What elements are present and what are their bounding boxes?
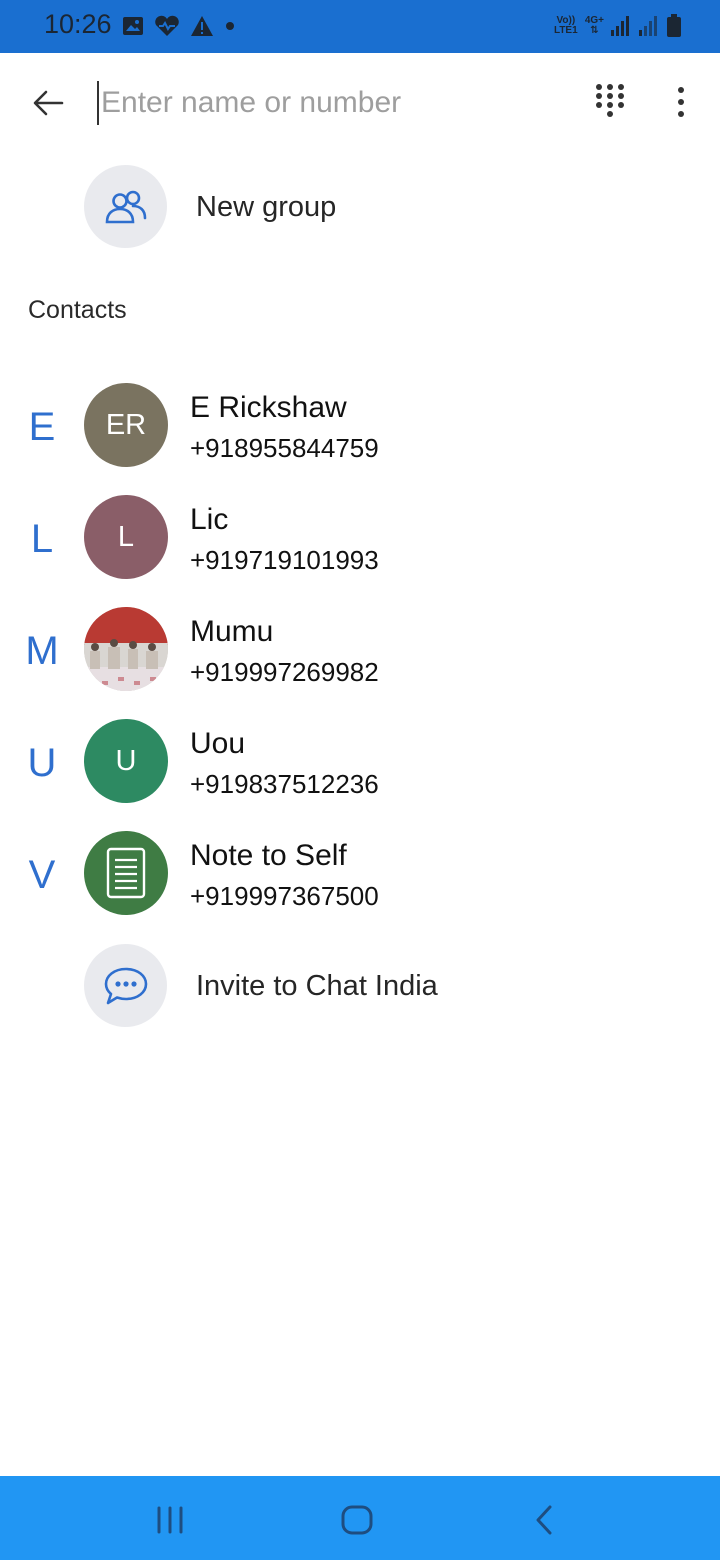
navigation-bar (0, 1476, 720, 1560)
contact-number: +919997269982 (190, 657, 379, 687)
image-icon (123, 17, 143, 35)
status-bar: 10:26 Vo)) LTE1 4G+ ⇅ (0, 0, 720, 53)
contact-name: Uou (190, 727, 246, 760)
notification-icons (122, 13, 236, 39)
avatar-initials: ER (105, 408, 147, 441)
signal-icon (639, 16, 657, 36)
data-arrows-icon: ⇅ (590, 25, 599, 36)
contact-name: Note to Self (190, 839, 347, 872)
search-input[interactable] (97, 81, 571, 125)
index-letter: M (25, 629, 59, 673)
avatar: U (84, 719, 168, 803)
invite-avatar (84, 944, 167, 1027)
new-group-row[interactable]: New group (0, 165, 720, 261)
contact-number: +918955844759 (190, 433, 379, 463)
back-arrow-icon[interactable] (28, 83, 68, 123)
network-label: Vo)) LTE1 (553, 16, 579, 36)
contact-row[interactable]: M Mumu +919997269982 (0, 607, 720, 719)
back-nav-icon[interactable] (525, 1500, 565, 1540)
index-letter: L (30, 517, 54, 561)
more-options-icon[interactable] (668, 85, 694, 119)
avatar: ER (84, 383, 168, 467)
invite-label: Invite to Chat India (196, 970, 438, 1002)
contact-name: Mumu (190, 615, 274, 648)
contact-number: +919719101993 (190, 545, 379, 575)
recent-apps-icon[interactable] (150, 1500, 190, 1540)
index-letter: E (28, 405, 56, 449)
chat-bubble-icon (104, 967, 147, 1004)
avatar-initials: L (117, 520, 135, 553)
dialpad-icon[interactable] (594, 83, 626, 119)
new-group-label: New group (196, 191, 337, 223)
avatar-initials: U (115, 744, 137, 777)
note-icon (106, 847, 146, 899)
invite-row[interactable]: Invite to Chat India (0, 944, 720, 1040)
network-type: 4G+ ⇅ (585, 16, 604, 36)
heart-icon (155, 15, 179, 36)
contact-number: +919997367500 (190, 881, 379, 911)
volte-label: Vo)) LTE1 (553, 15, 578, 36)
avatar: L (84, 495, 168, 579)
group-icon (105, 190, 146, 223)
alert-icon (191, 16, 213, 36)
home-icon[interactable] (337, 1500, 377, 1540)
contact-row[interactable]: V Note to Self +919997367500 (0, 831, 720, 943)
contact-row[interactable]: E ER E Rickshaw +918955844759 (0, 383, 720, 495)
contact-name: Lic (190, 503, 229, 536)
photo-image (84, 607, 168, 691)
contact-row[interactable]: U U Uou +919837512236 (0, 719, 720, 831)
index-letter: V (28, 853, 56, 897)
avatar-photo (84, 607, 168, 691)
contact-name: E Rickshaw (190, 391, 347, 424)
contact-number: +919837512236 (190, 769, 379, 799)
index-letter: U (27, 741, 57, 785)
battery-icon (667, 14, 681, 37)
search-header (0, 53, 720, 153)
signal-icon (611, 16, 629, 36)
avatar (84, 831, 168, 915)
new-group-avatar (84, 165, 167, 248)
contacts-section-title: Contacts (28, 296, 127, 324)
dot-icon (226, 22, 234, 30)
status-time: 10:26 (44, 9, 112, 39)
contact-row[interactable]: L L Lic +919719101993 (0, 495, 720, 607)
system-status-icons: Vo)) LTE1 4G+ ⇅ (553, 12, 682, 40)
